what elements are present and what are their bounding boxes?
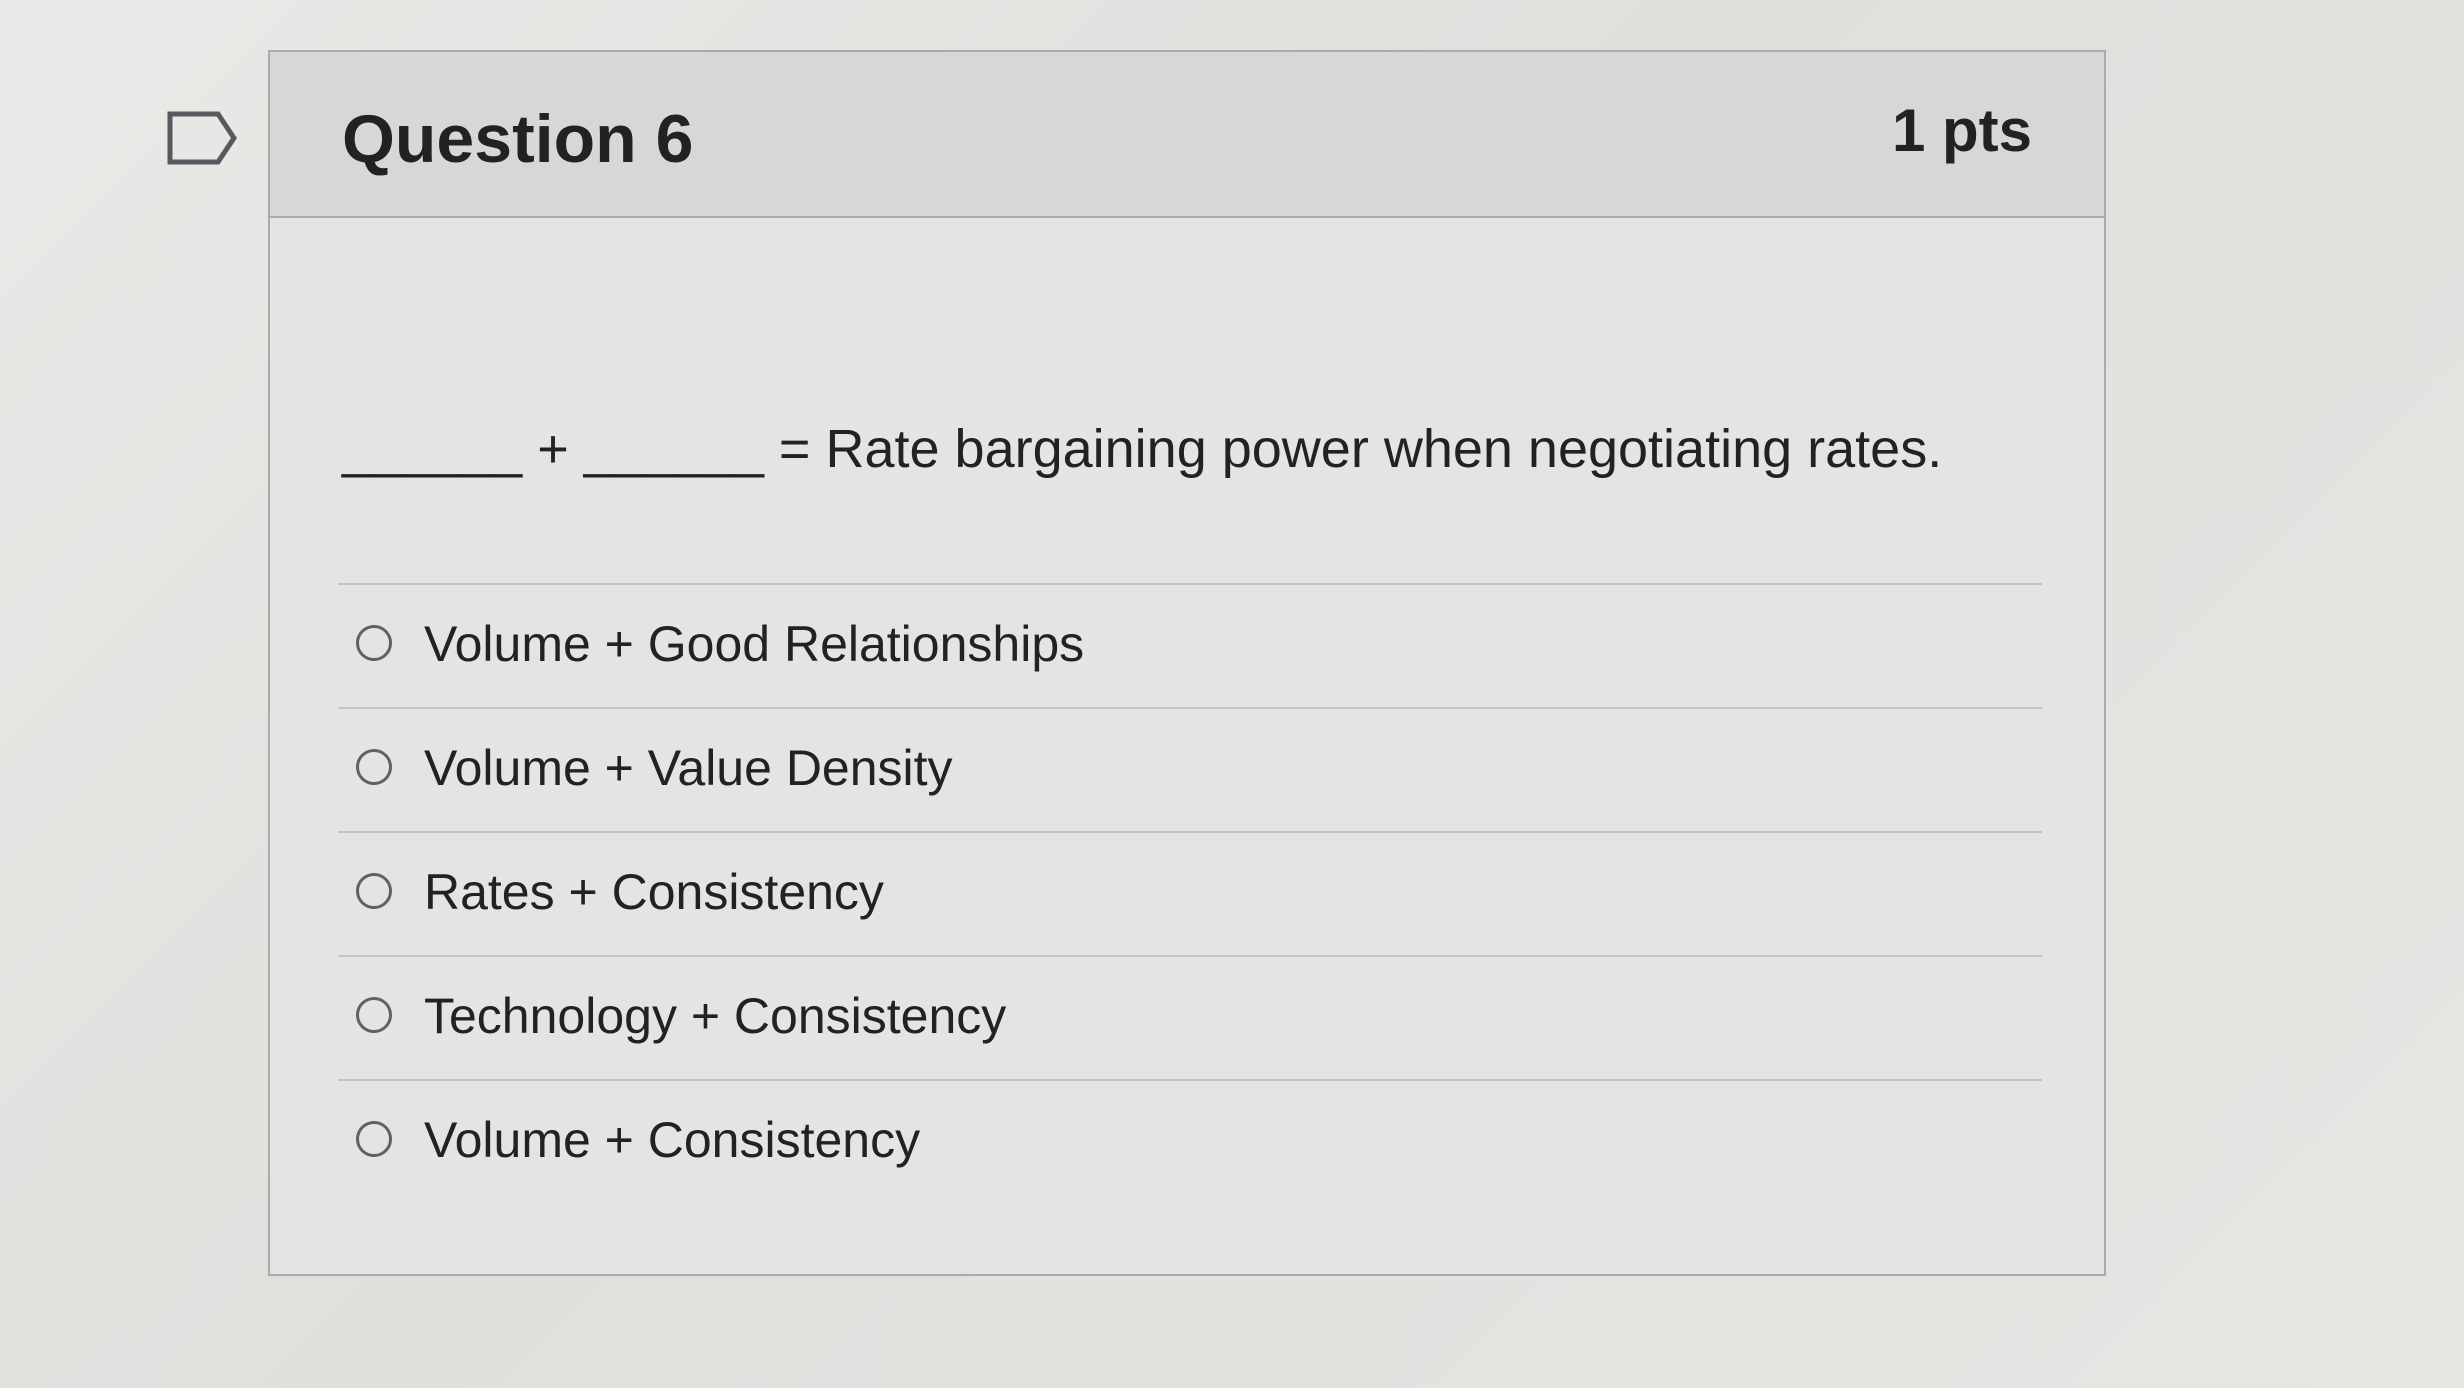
question-body: ______ + ______ = Rate bargaining power …: [270, 218, 2104, 1278]
question-points: 1 pts: [1891, 97, 2032, 164]
answer-list: Volume + Good Relationships Volume + Val…: [338, 583, 2042, 1203]
answer-option-5[interactable]: Volume + Consistency: [338, 1079, 2042, 1203]
answer-label[interactable]: Volume + Consistency: [424, 1111, 920, 1169]
answer-label[interactable]: Volume + Value Density: [424, 739, 953, 797]
radio-button-icon[interactable]: [356, 873, 392, 909]
answer-option-1[interactable]: Volume + Good Relationships: [338, 583, 2042, 707]
answer-label[interactable]: Rates + Consistency: [424, 863, 884, 921]
answer-option-4[interactable]: Technology + Consistency: [338, 955, 2042, 1079]
answer-option-3[interactable]: Rates + Consistency: [338, 831, 2042, 955]
flag-question-icon[interactable]: [166, 110, 238, 166]
answer-label[interactable]: Volume + Good Relationships: [424, 615, 1084, 673]
radio-button-icon[interactable]: [356, 1121, 392, 1157]
radio-button-icon[interactable]: [356, 625, 392, 661]
question-title: Question 6: [342, 101, 694, 177]
radio-button-icon[interactable]: [356, 997, 392, 1033]
question-header: Question 6 1 pts: [270, 52, 2104, 218]
question-card: Question 6 1 pts ______ + ______ = Rate …: [268, 50, 2106, 1276]
answer-option-2[interactable]: Volume + Value Density: [338, 707, 2042, 831]
radio-button-icon[interactable]: [356, 749, 392, 785]
question-text: ______ + ______ = Rate bargaining power …: [342, 419, 1943, 479]
answer-label[interactable]: Technology + Consistency: [424, 987, 1006, 1045]
